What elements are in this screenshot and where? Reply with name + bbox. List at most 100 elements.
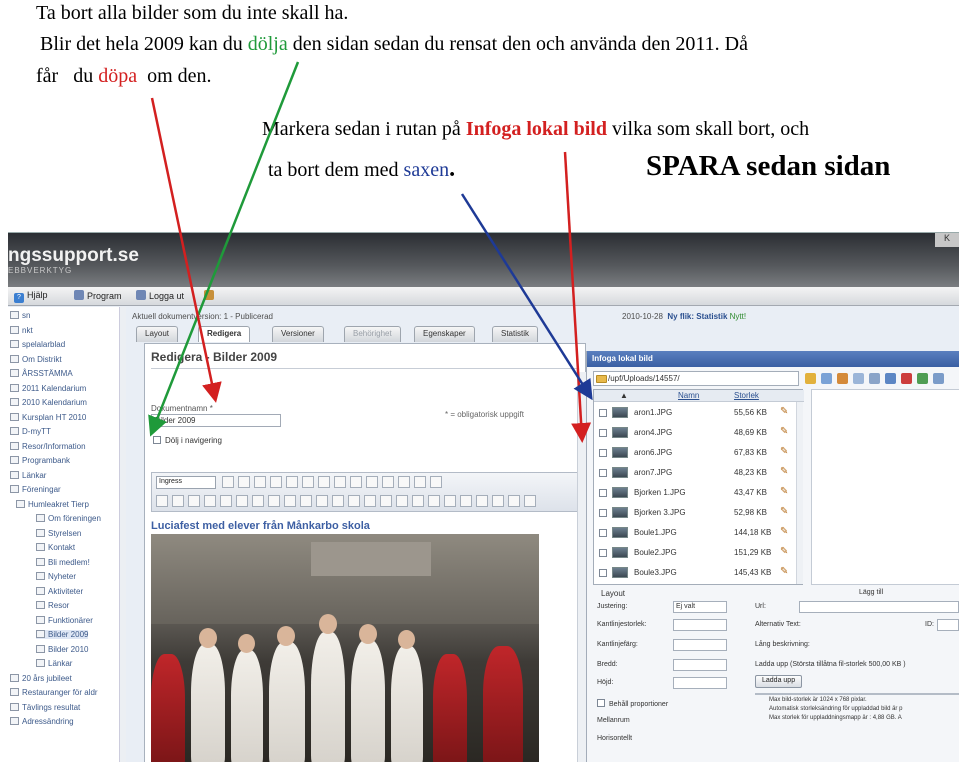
tab-edit[interactable]: Redigera bbox=[198, 326, 251, 342]
toolbar-button[interactable] bbox=[204, 495, 216, 507]
column-size[interactable]: Storlek bbox=[734, 391, 759, 400]
toolbar-button[interactable] bbox=[286, 476, 298, 488]
edit-pencil-icon[interactable]: ✎ bbox=[780, 546, 788, 557]
toolbar-button[interactable] bbox=[476, 495, 488, 507]
edit-pencil-icon[interactable]: ✎ bbox=[780, 466, 788, 477]
toolbar-button[interactable] bbox=[492, 495, 504, 507]
sidebar-item[interactable]: Länkar bbox=[36, 659, 72, 668]
edit-pencil-icon[interactable]: ✎ bbox=[780, 426, 788, 437]
url-field[interactable] bbox=[799, 601, 959, 613]
file-row[interactable]: Bjorken 1.JPG 43,47 KB ✎ bbox=[594, 484, 804, 502]
menu-help[interactable]: ? Hjälp bbox=[14, 290, 48, 303]
toolbar-button[interactable] bbox=[236, 495, 248, 507]
sidebar-item[interactable]: Om Distrikt bbox=[10, 354, 62, 364]
sidebar-item[interactable]: sn bbox=[10, 311, 30, 320]
sidebar-item[interactable]: Restauranger för aldr bbox=[10, 688, 98, 697]
toolbar-button[interactable] bbox=[222, 476, 234, 488]
edit-pencil-icon[interactable]: ✎ bbox=[780, 406, 788, 417]
sidebar-item[interactable]: 2010 Kalendarium bbox=[10, 398, 87, 407]
toolbar-button[interactable] bbox=[444, 495, 456, 507]
border-color-field[interactable] bbox=[673, 639, 727, 651]
toolbar-button[interactable] bbox=[156, 495, 168, 507]
sidebar-item[interactable]: nkt bbox=[10, 325, 33, 335]
sidebar-item[interactable]: Humleakret Tierp bbox=[16, 499, 89, 509]
sidebar-item[interactable]: Bli medlem! bbox=[36, 557, 90, 567]
sidebar-item[interactable]: Programbank bbox=[10, 456, 70, 465]
edit-pencil-icon[interactable]: ✎ bbox=[780, 506, 788, 517]
toolbar-button[interactable] bbox=[268, 495, 280, 507]
upload-icon[interactable] bbox=[821, 373, 832, 384]
file-checkbox[interactable] bbox=[599, 529, 607, 537]
toolbar-button[interactable] bbox=[254, 476, 266, 488]
editor-scrollbar[interactable] bbox=[577, 372, 586, 762]
keep-proportions-checkbox[interactable] bbox=[597, 699, 605, 707]
menu-logout[interactable]: Logga ut bbox=[136, 290, 184, 301]
toolbar-button[interactable] bbox=[188, 495, 200, 507]
sidebar-scrollbar[interactable] bbox=[119, 307, 126, 762]
toolbar-button[interactable] bbox=[300, 495, 312, 507]
toolbar-button[interactable] bbox=[284, 495, 296, 507]
sidebar-item[interactable]: Nyheter bbox=[36, 572, 76, 581]
sidebar-item[interactable]: Om föreningen bbox=[36, 514, 101, 523]
window-corner-button[interactable]: K bbox=[935, 233, 959, 247]
new-folder-icon[interactable] bbox=[805, 373, 816, 384]
toolbar-button[interactable] bbox=[238, 476, 250, 488]
file-checkbox[interactable] bbox=[599, 469, 607, 477]
content-heading[interactable]: Luciafest med elever från Månkarbo skola bbox=[151, 520, 370, 532]
sidebar-item[interactable]: Kursplan HT 2010 bbox=[10, 412, 86, 422]
toolbar-button[interactable] bbox=[350, 476, 362, 488]
edit-pencil-icon[interactable]: ✎ bbox=[780, 526, 788, 537]
sidebar-item[interactable]: Kontakt bbox=[36, 543, 75, 552]
sidebar-item[interactable]: spelalarblad bbox=[10, 340, 65, 349]
toolbar-button[interactable] bbox=[366, 476, 378, 488]
sidebar-item[interactable]: Aktiviteter bbox=[36, 586, 83, 596]
height-field[interactable] bbox=[673, 677, 727, 689]
scissors-icon[interactable] bbox=[885, 373, 896, 384]
sidebar-item[interactable]: D-myTT bbox=[10, 427, 51, 436]
file-checkbox[interactable] bbox=[599, 429, 607, 437]
paste-icon[interactable] bbox=[853, 373, 864, 384]
file-row[interactable]: Bjorken 3.JPG 52,98 KB ✎ bbox=[594, 504, 804, 522]
sidebar-item[interactable]: Adressändring bbox=[10, 717, 74, 726]
border-size-field[interactable] bbox=[673, 619, 727, 631]
file-row[interactable]: aron7.JPG 48,23 KB ✎ bbox=[594, 464, 804, 482]
sidebar-item[interactable]: Resor/Information bbox=[10, 441, 86, 451]
toolbar-button[interactable] bbox=[172, 495, 184, 507]
sidebar-item[interactable]: ÅRSSTÄMMA bbox=[10, 369, 73, 378]
menu-extra[interactable] bbox=[204, 290, 217, 301]
delete-icon[interactable] bbox=[901, 373, 912, 384]
sidebar-item[interactable]: Bilder 2010 bbox=[36, 644, 88, 654]
file-checkbox[interactable] bbox=[599, 509, 607, 517]
id-field[interactable] bbox=[937, 619, 959, 631]
file-checkbox[interactable] bbox=[599, 569, 607, 577]
toolbar-button[interactable] bbox=[380, 495, 392, 507]
toolbar-button[interactable] bbox=[302, 476, 314, 488]
toolbar-button[interactable] bbox=[430, 476, 442, 488]
tab-properties[interactable]: Egenskaper bbox=[414, 326, 475, 342]
sidebar-item[interactable]: Bilder 2009 bbox=[36, 630, 89, 639]
menu-program[interactable]: Program bbox=[74, 290, 122, 301]
align-select[interactable]: Ej valt bbox=[673, 601, 727, 613]
copy-icon[interactable] bbox=[837, 373, 848, 384]
sidebar-item[interactable]: Funktionärer bbox=[36, 615, 93, 625]
file-row[interactable]: Boule1.JPG 144,18 KB ✎ bbox=[594, 524, 804, 542]
tab-statistics[interactable]: Statistik bbox=[492, 326, 539, 342]
sidebar-item[interactable]: Föreningar bbox=[10, 485, 61, 494]
toolbar-button[interactable] bbox=[318, 476, 330, 488]
file-list-scrollbar[interactable] bbox=[796, 402, 803, 584]
tab-versions[interactable]: Versioner bbox=[272, 326, 324, 342]
edit-pencil-icon[interactable]: ✎ bbox=[780, 446, 788, 457]
rename-icon[interactable] bbox=[869, 373, 880, 384]
toolbar-button[interactable] bbox=[398, 476, 410, 488]
file-row[interactable]: Boule2.JPG 151,29 KB ✎ bbox=[594, 544, 804, 562]
toolbar-button[interactable] bbox=[364, 495, 376, 507]
sidebar-item[interactable]: 2011 Kalendarium bbox=[10, 383, 86, 393]
toolbar-button[interactable] bbox=[334, 476, 346, 488]
sidebar-item[interactable]: 20 års jubileet bbox=[10, 673, 72, 683]
file-row[interactable]: aron4.JPG 48,69 KB ✎ bbox=[594, 424, 804, 442]
toolbar-button[interactable] bbox=[460, 495, 472, 507]
toolbar-button[interactable] bbox=[524, 495, 536, 507]
tab-layout[interactable]: Layout bbox=[136, 326, 179, 342]
toolbar-button[interactable] bbox=[332, 495, 344, 507]
toolbar-button[interactable] bbox=[396, 495, 408, 507]
